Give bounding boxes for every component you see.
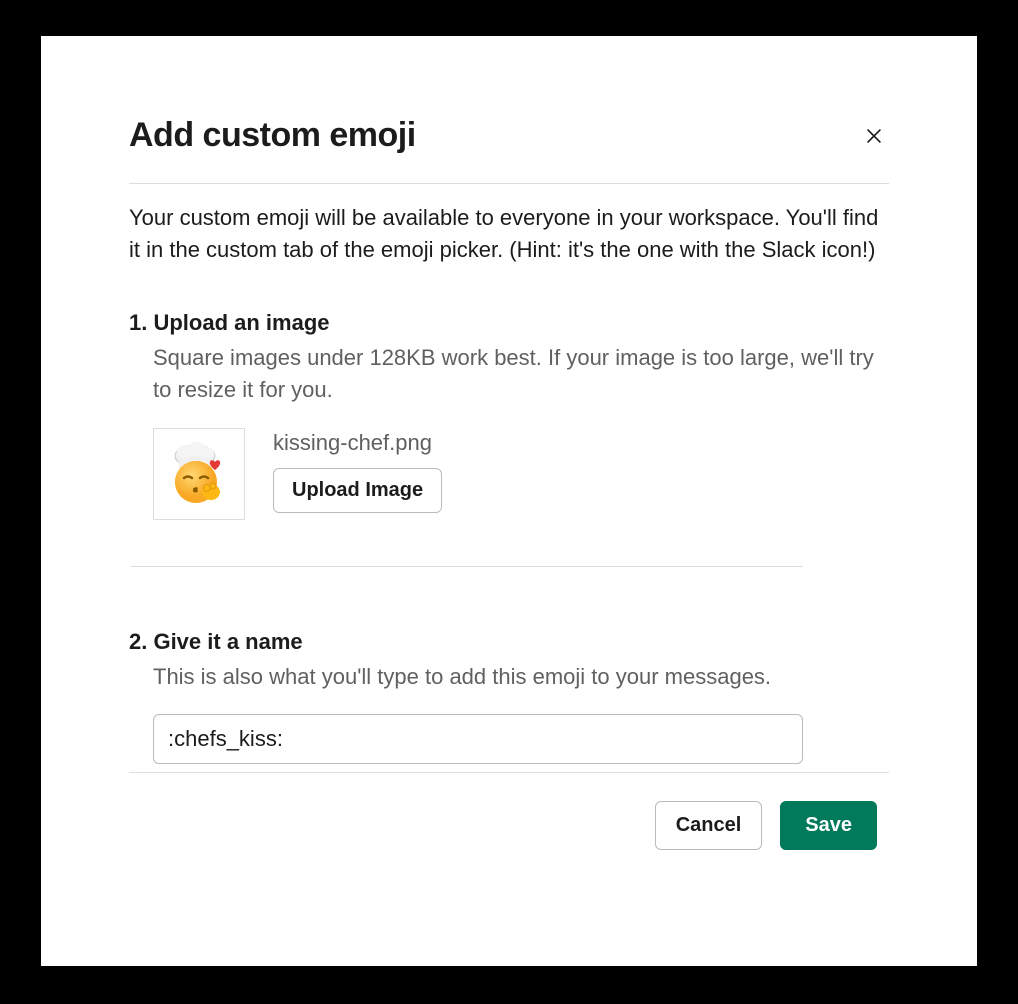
close-icon bbox=[863, 125, 885, 147]
footer-divider bbox=[129, 772, 889, 773]
name-section: 2. Give it a name This is also what you'… bbox=[129, 629, 889, 765]
upload-image-button[interactable]: Upload Image bbox=[273, 468, 442, 513]
save-button[interactable]: Save bbox=[780, 801, 877, 850]
upload-column: kissing-chef.png Upload Image bbox=[273, 428, 442, 513]
modal-description: Your custom emoji will be available to e… bbox=[129, 202, 889, 266]
cancel-button[interactable]: Cancel bbox=[655, 801, 763, 850]
upload-row: kissing-chef.png Upload Image bbox=[153, 428, 889, 520]
emoji-preview bbox=[153, 428, 245, 520]
step2-title: 2. Give it a name bbox=[129, 629, 889, 655]
step1-hint: Square images under 128KB work best. If … bbox=[153, 342, 889, 406]
uploaded-filename: kissing-chef.png bbox=[273, 430, 442, 456]
chefs-kiss-emoji-icon bbox=[167, 442, 231, 506]
emoji-name-input[interactable] bbox=[153, 714, 803, 764]
step1-title: 1. Upload an image bbox=[129, 310, 889, 336]
section-divider bbox=[131, 566, 803, 567]
modal-title: Add custom emoji bbox=[129, 116, 416, 155]
upload-section: 1. Upload an image Square images under 1… bbox=[129, 310, 889, 520]
add-emoji-modal: Add custom emoji Your custom emoji will … bbox=[41, 36, 977, 966]
close-button[interactable] bbox=[859, 121, 889, 151]
modal-footer: Cancel Save bbox=[129, 801, 877, 850]
modal-header: Add custom emoji bbox=[129, 116, 889, 184]
step2-hint: This is also what you'll type to add thi… bbox=[153, 661, 889, 693]
